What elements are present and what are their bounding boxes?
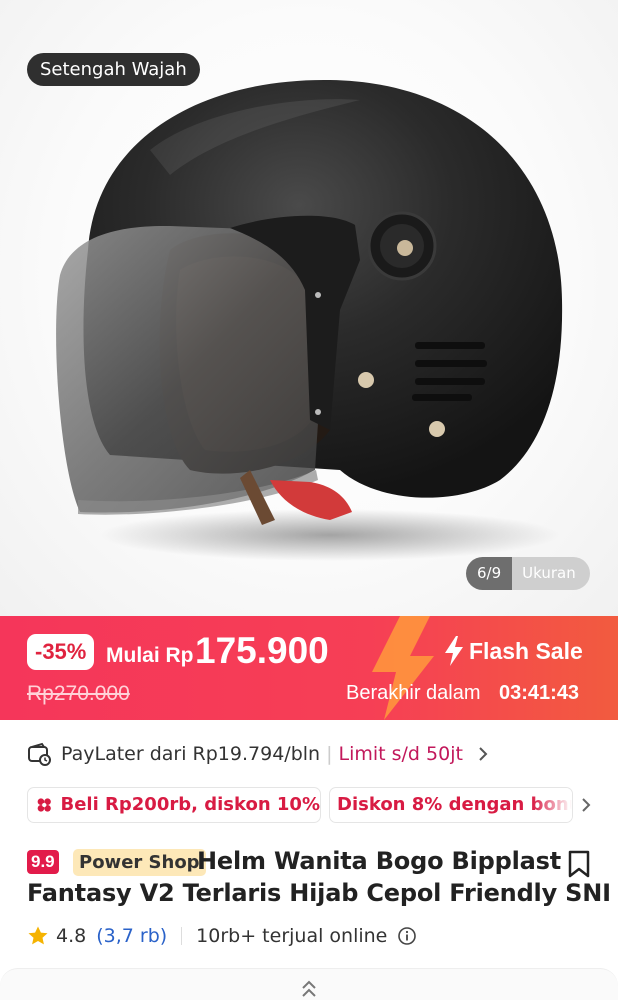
flash-sale-title: Flash Sale — [443, 634, 583, 668]
sale-price: 175.900 — [195, 630, 329, 671]
countdown-label: Berakhir dalam — [346, 682, 481, 704]
chevron-right-icon[interactable] — [477, 745, 489, 763]
paylater-row[interactable]: PayLater dari Rp19.794/bln | Limit s/d 5… — [27, 737, 489, 771]
review-count-link[interactable]: (3,7 rb) — [96, 925, 167, 947]
original-price: Rp270.000 — [27, 682, 130, 705]
bookmark-icon[interactable] — [566, 849, 592, 879]
promo-chip[interactable]: Diskon 8% dengan bonus — [329, 787, 573, 823]
event-tag: 9.9 — [27, 850, 59, 874]
promo-chip[interactable]: Beli Rp200rb, diskon 10% — [27, 787, 321, 823]
chevron-right-icon[interactable] — [580, 796, 592, 814]
promo-chips: Beli Rp200rb, diskon 10% Diskon 8% denga… — [27, 787, 618, 823]
gallery-index: 6/9 — [466, 557, 513, 590]
promo-chip-label: Beli Rp200rb, diskon 10% — [60, 794, 320, 815]
rating-score: 4.8 — [56, 925, 87, 947]
discount-badge: -35% — [27, 634, 95, 670]
lightning-icon — [445, 636, 463, 666]
info-icon[interactable] — [397, 926, 417, 946]
countdown-timer: 03:41:43 — [499, 682, 580, 704]
gallery-indicator[interactable]: 6/9 Ukuran — [466, 557, 590, 590]
paylater-separator: | — [326, 743, 333, 765]
paylater-limit: Limit s/d 50jt — [338, 743, 463, 765]
product-image[interactable]: Setengah Wajah 6/9 Ukuran — [0, 0, 618, 616]
flash-sale-label: Flash Sale — [469, 637, 583, 664]
promo-chip-label: Diskon 8% dengan bonus — [337, 794, 573, 815]
paylater-text: PayLater dari Rp19.794/bln — [61, 743, 321, 765]
rating-row: 4.8 (3,7 rb) 10rb+ terjual online — [27, 922, 417, 950]
divider — [181, 927, 183, 945]
promo-icon — [37, 798, 51, 812]
star-icon — [28, 926, 48, 945]
product-title-line2: Fantasy V2 Terlaris Hijab Cepol Friendly… — [27, 879, 611, 907]
product-title-line1: Helm Wanita Bogo Bipplast — [197, 847, 561, 875]
power-shop-tag: Power Shop — [73, 849, 206, 876]
sold-count: 10rb+ terjual online — [196, 925, 388, 947]
gallery-variant-label[interactable]: Ukuran — [512, 557, 590, 590]
helmet-illustration — [56, 79, 563, 561]
paylater-wallet-icon — [28, 742, 51, 766]
chevron-up-icon[interactable] — [299, 978, 319, 1000]
price-prefix: Mulai Rp — [106, 644, 194, 667]
category-badge: Setengah Wajah — [27, 53, 200, 86]
